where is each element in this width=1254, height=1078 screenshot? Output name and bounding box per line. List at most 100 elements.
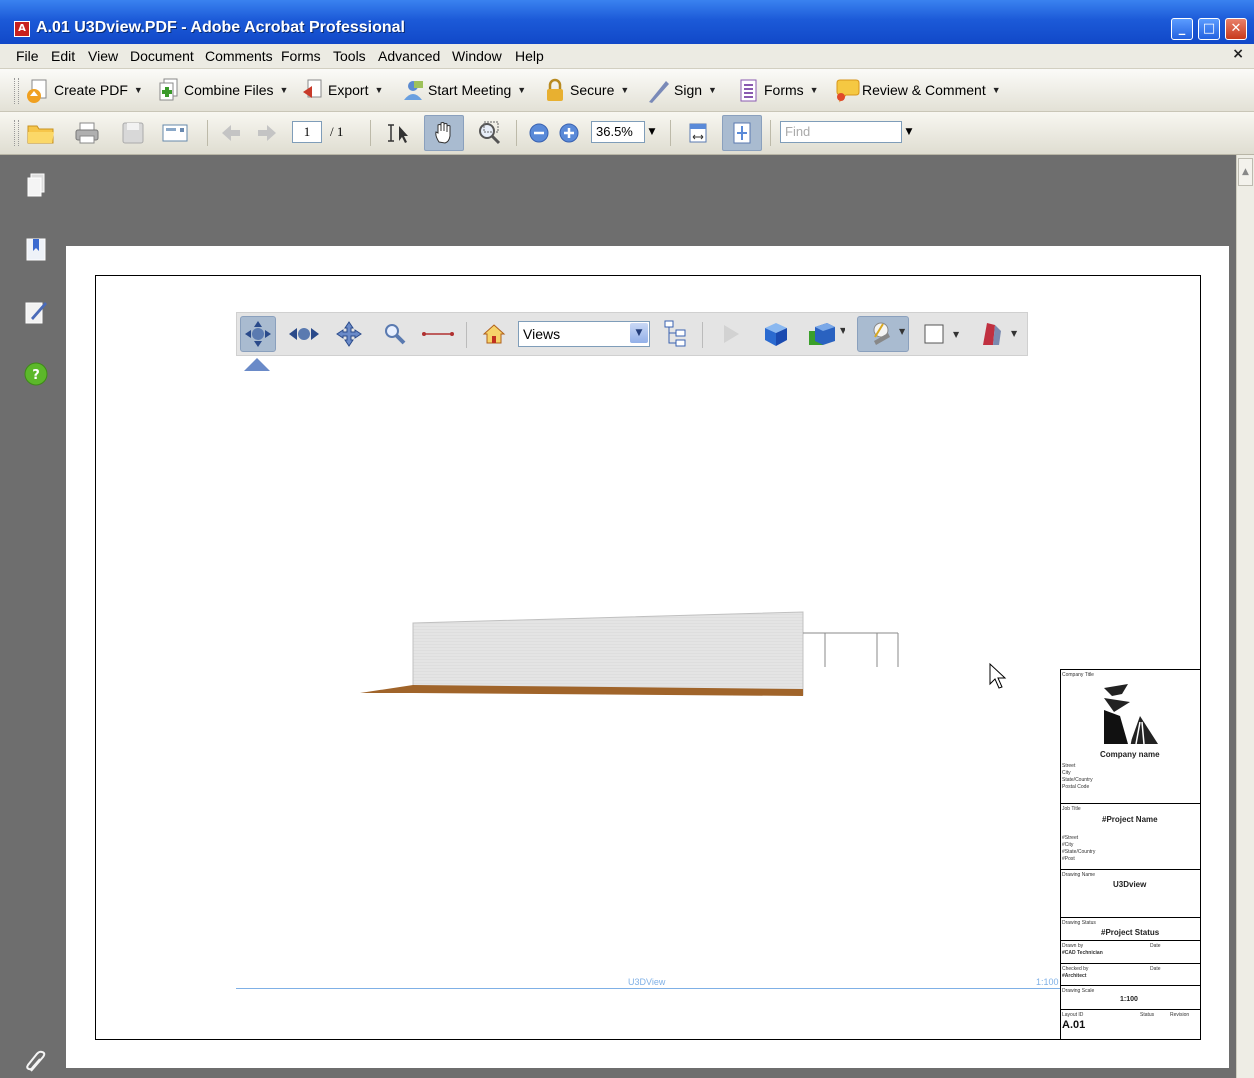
minus-circle-icon — [529, 123, 549, 143]
separator — [702, 322, 703, 348]
menu-comments[interactable]: Comments — [205, 48, 273, 64]
fit-width-button[interactable] — [683, 118, 713, 148]
marquee-zoom-button[interactable] — [474, 118, 504, 148]
menu-document[interactable]: Document — [130, 48, 194, 64]
maximize-button[interactable]: □ — [1198, 18, 1220, 40]
menu-view[interactable]: View — [88, 48, 118, 64]
comment-icon — [834, 78, 860, 103]
revision-label: Revision — [1170, 1012, 1190, 1018]
play-animation-button[interactable] — [712, 316, 748, 352]
default-view-button[interactable] — [476, 316, 512, 352]
zoom-in-button[interactable] — [554, 118, 584, 148]
menu-file[interactable]: File — [16, 48, 39, 64]
help-button[interactable]: ? — [22, 360, 50, 388]
attachments-panel-button[interactable] — [22, 1048, 50, 1076]
open-button[interactable] — [26, 118, 56, 148]
menu-forms[interactable]: Forms — [281, 48, 321, 64]
pen-icon — [646, 78, 670, 103]
zoom-level-input[interactable]: 36.5% — [591, 121, 645, 143]
vertical-scrollbar[interactable] — [1236, 155, 1254, 1078]
title-block-divider — [1060, 803, 1201, 804]
zoom-dropdown-arrow[interactable]: ▼ — [646, 122, 658, 142]
scroll-up-button[interactable]: ▲ — [1238, 158, 1253, 186]
3d-spin-button[interactable] — [286, 316, 322, 352]
home-icon — [482, 324, 506, 344]
page-number-input[interactable]: 1 — [292, 121, 322, 143]
previous-page-button[interactable] — [216, 118, 246, 148]
toolbar-grip[interactable] — [14, 78, 19, 104]
hand-tool-button[interactable] — [424, 115, 464, 151]
review-comment-button[interactable]: Review & Comment ▼ — [834, 76, 1001, 104]
plus-circle-icon — [559, 123, 579, 143]
mouse-cursor-icon — [989, 662, 1007, 689]
email-button[interactable] — [160, 118, 190, 148]
start-meeting-button[interactable]: Start Meeting ▼ — [400, 76, 526, 104]
drawing-name-label: Drawing Name — [1062, 872, 1096, 878]
signature-pen-icon — [25, 302, 47, 324]
close-button[interactable]: ✕ — [1225, 18, 1247, 40]
page-total: / 1 — [330, 124, 344, 139]
pages-panel-button[interactable] — [22, 172, 50, 200]
forms-button[interactable]: Forms ▼ — [736, 76, 819, 104]
next-page-button[interactable] — [252, 118, 282, 148]
cross-section-button[interactable]: ▼ — [972, 316, 1022, 352]
menu-tools[interactable]: Tools — [333, 48, 366, 64]
layout-id-label: Layout ID — [1062, 1012, 1084, 1018]
views-dropdown-arrow-icon[interactable]: ▼ — [630, 323, 648, 343]
sign-button[interactable]: Sign ▼ — [646, 76, 717, 104]
create-pdf-icon — [26, 78, 50, 103]
find-input[interactable]: Find — [780, 121, 902, 143]
drawn-by-label: Drawn by — [1062, 943, 1084, 949]
forms-icon — [736, 78, 760, 102]
create-pdf-button[interactable]: Create PDF ▼ — [26, 76, 143, 104]
3d-model-view[interactable] — [355, 605, 915, 700]
title-block-divider — [1060, 963, 1201, 964]
projection-button[interactable] — [758, 316, 794, 352]
bookmarks-panel-button[interactable] — [22, 236, 50, 264]
export-button[interactable]: Export ▼ — [300, 76, 383, 104]
menu-help[interactable]: Help — [515, 48, 544, 64]
menu-window[interactable]: Window — [452, 48, 502, 64]
railing — [803, 632, 899, 667]
fit-page-button[interactable] — [722, 115, 762, 151]
signatures-panel-button[interactable] — [22, 298, 50, 326]
drawing-scale: 1:100 — [1120, 996, 1138, 1003]
separator — [370, 120, 371, 146]
start-meeting-label: Start Meeting — [428, 82, 512, 98]
address-state: State/Country — [1062, 777, 1093, 783]
checked-by: #Architect — [1062, 973, 1087, 979]
title-block-divider — [1060, 917, 1201, 918]
title-block-divider — [1060, 985, 1201, 986]
print-button[interactable] — [72, 118, 102, 148]
close-document-icon[interactable]: × — [1232, 46, 1244, 62]
project-name: #Project Name — [1102, 815, 1158, 824]
model-tree-button[interactable] — [658, 316, 694, 352]
minimize-button[interactable]: _ — [1171, 18, 1193, 40]
menu-edit[interactable]: Edit — [51, 48, 75, 64]
zoom-out-button[interactable] — [524, 118, 554, 148]
menu-advanced[interactable]: Advanced — [378, 48, 440, 64]
3d-zoom-button[interactable] — [377, 316, 413, 352]
start-meeting-icon — [400, 78, 424, 102]
secure-button[interactable]: Secure ▼ — [542, 76, 629, 104]
find-dropdown-arrow[interactable]: ▼ — [903, 122, 915, 142]
svg-text:▼: ▼ — [899, 327, 905, 336]
combine-files-button[interactable]: Combine Files ▼ — [156, 76, 288, 104]
select-tool-button[interactable] — [384, 118, 414, 148]
paperclip-icon — [26, 1050, 46, 1072]
hand-icon — [435, 122, 451, 144]
toolbar-grip[interactable] — [14, 120, 19, 146]
3d-measure-button[interactable] — [420, 316, 456, 352]
3d-rotate-button[interactable] — [240, 316, 276, 352]
printer-icon — [75, 122, 99, 144]
lighting-button[interactable]: ▼ — [857, 316, 909, 352]
svg-text:▼: ▼ — [840, 326, 845, 335]
create-pdf-label: Create PDF — [54, 82, 128, 98]
drawing-status-label: Drawing Status — [1062, 920, 1096, 926]
save-button[interactable] — [118, 118, 148, 148]
drawing-scale-label: Drawing Scale — [1062, 988, 1095, 994]
background-color-button[interactable]: ▼ — [918, 316, 964, 352]
rotate-options-arrow-icon[interactable] — [244, 358, 270, 371]
render-mode-button[interactable]: ▼ — [802, 316, 848, 352]
3d-pan-button[interactable] — [331, 316, 367, 352]
